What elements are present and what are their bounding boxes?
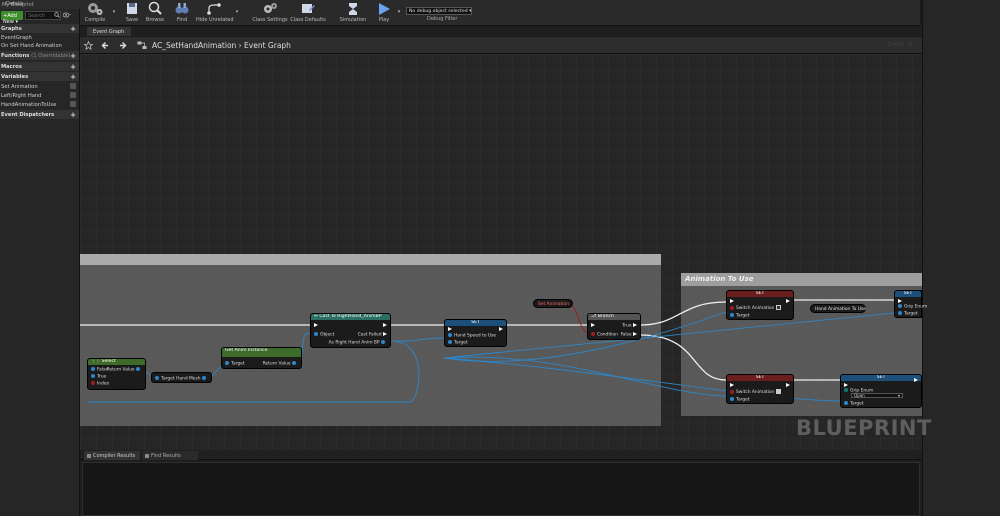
play-button[interactable]: Play xyxy=(374,1,394,25)
add-graph-icon[interactable]: + xyxy=(70,25,76,33)
class-settings-gears-icon xyxy=(264,3,277,13)
forward-arrow-icon[interactable] xyxy=(118,41,127,50)
simulation-icon xyxy=(349,3,357,15)
breadcrumb[interactable]: AC_SetHandAnimation › Event Graph xyxy=(152,41,291,50)
debug-object-select[interactable]: No debug object selected ▾ xyxy=(406,7,472,15)
branch-node[interactable]: ⎇ Branch True Condition False xyxy=(587,313,641,340)
node-title: SET xyxy=(727,375,793,381)
select-node[interactable]: ⋮⋮ Select False True Index Return Value xyxy=(87,358,146,390)
document-tab-strip xyxy=(80,26,922,36)
event-dispatchers-section[interactable]: Event Dispatchers + xyxy=(0,110,79,119)
play-icon xyxy=(379,3,390,15)
node-title: SET xyxy=(445,320,506,326)
variable-visibility-icon[interactable] xyxy=(70,101,76,107)
set-hand-speed-node[interactable]: SET Hand Speed to Use Target xyxy=(444,319,507,347)
node-title: ⋮⋮ Select xyxy=(88,359,145,365)
add-dispatcher-icon[interactable]: + xyxy=(70,111,76,119)
find-button[interactable]: Find xyxy=(171,1,193,25)
save-disk-icon xyxy=(127,3,137,14)
compiler-results-icon xyxy=(87,453,91,458)
debug-filter-label: Debug Filter xyxy=(427,16,458,22)
tab-compiler-results[interactable]: Compiler Results xyxy=(84,451,140,460)
tab-find-results[interactable]: Find Results xyxy=(142,451,198,460)
hide-unrelated-dropdown[interactable]: ▾ xyxy=(234,1,240,25)
class-defaults-button[interactable]: Class Defaults xyxy=(290,1,326,25)
zoom-level: Zoom -2 xyxy=(887,41,913,48)
cast-to-righthand-animbp-node[interactable]: ↔ Cast To RightHand_AnimBP Object Cast F… xyxy=(310,313,391,348)
browse-magnifier-icon xyxy=(148,1,162,15)
tab-event-graph[interactable]: Event Graph xyxy=(87,27,131,36)
add-macro-icon[interactable]: + xyxy=(70,63,76,71)
details-title: Details xyxy=(6,1,24,7)
compile-gear-icon xyxy=(88,3,103,15)
add-new-button[interactable]: +Add New ▾ xyxy=(1,11,23,25)
macros-section[interactable]: Macros + xyxy=(0,62,79,71)
save-button[interactable]: Save xyxy=(122,1,142,25)
node-title: SET xyxy=(841,375,921,381)
blueprint-watermark: BLUEPRINT xyxy=(796,416,932,440)
node-title: ↔ Cast To RightHand_AnimBP xyxy=(311,314,390,320)
hide-unrelated-nodes-icon xyxy=(207,3,221,15)
add-variable-icon[interactable]: + xyxy=(70,73,76,81)
node-title: SET xyxy=(727,291,793,297)
set-switch-animation-true-node[interactable]: SET Switch Animation Target xyxy=(726,290,794,320)
hand-animation-to-use-variable-node[interactable]: Hand Animation To Use xyxy=(810,304,866,313)
details-panel xyxy=(922,0,1000,516)
compile-options-dropdown[interactable]: ▾ xyxy=(111,1,117,25)
variables-section[interactable]: Variables + xyxy=(0,72,79,81)
compiler-results-content xyxy=(82,462,920,516)
node-title: Get Anim Instance xyxy=(222,348,301,357)
back-arrow-icon[interactable] xyxy=(101,41,110,50)
search-icon[interactable] xyxy=(54,12,60,18)
play-options-dropdown[interactable]: ▾ xyxy=(396,1,402,25)
switch-animation-checkbox[interactable] xyxy=(776,305,782,310)
graphs-section[interactable]: Graphs + xyxy=(0,24,79,33)
simulation-button[interactable]: Simulation xyxy=(338,1,368,25)
set-grip-enum-node[interactable]: SET Grip Enum Target xyxy=(894,290,927,318)
get-hand-mesh-node[interactable]: Target Hand Mesh xyxy=(151,372,212,383)
get-anim-instance-node[interactable]: Get Anim Instance Target Return Value xyxy=(221,347,302,369)
favorite-star-icon[interactable] xyxy=(84,41,93,50)
find-results-icon xyxy=(145,453,149,458)
functions-section[interactable]: Functions (1 Overridable) + xyxy=(0,51,79,60)
class-settings-button[interactable]: Class Settings xyxy=(252,1,288,25)
switch-animation-checkbox[interactable] xyxy=(776,389,782,394)
compile-button[interactable]: Compile xyxy=(82,1,108,25)
variable-visibility-icon[interactable] xyxy=(70,83,76,89)
variable-item[interactable]: Left/Right Hand xyxy=(0,91,79,100)
node-title: ⎇ Branch xyxy=(588,314,640,320)
find-binoculars-icon xyxy=(175,3,189,14)
variable-item[interactable]: Set Animation xyxy=(0,82,79,91)
set-switch-animation-false-node[interactable]: SET Switch Animation Target xyxy=(726,374,794,404)
hide-unrelated-button[interactable]: Hide Unrelated xyxy=(196,1,234,25)
comment-title: Animation To Use xyxy=(685,275,754,283)
set-grip-enum-open-node[interactable]: SET Grip Enum Open ▾ Target xyxy=(840,374,922,408)
eye-view-options-icon[interactable] xyxy=(63,12,71,18)
comment-box-header[interactable] xyxy=(80,254,661,265)
graph-item-on-set-hand-animation[interactable]: On Set Hand Animation xyxy=(0,41,79,50)
results-tab-strip xyxy=(80,450,922,460)
variable-item[interactable]: HandAnimationToUse xyxy=(0,100,79,109)
set-animation-variable-node[interactable]: Set Animation xyxy=(533,299,573,308)
class-defaults-icon xyxy=(302,4,315,13)
toolbar: Compile ▾ Save Browse Find Hide Unrelate… xyxy=(80,0,920,26)
grip-enum-dropdown[interactable]: Open ▾ xyxy=(851,393,903,398)
variable-visibility-icon[interactable] xyxy=(70,92,76,98)
node-title: SET xyxy=(895,291,921,297)
blueprint-graph-icon xyxy=(137,41,147,49)
browse-button[interactable]: Browse xyxy=(144,1,166,25)
add-function-icon[interactable]: + xyxy=(70,52,76,60)
